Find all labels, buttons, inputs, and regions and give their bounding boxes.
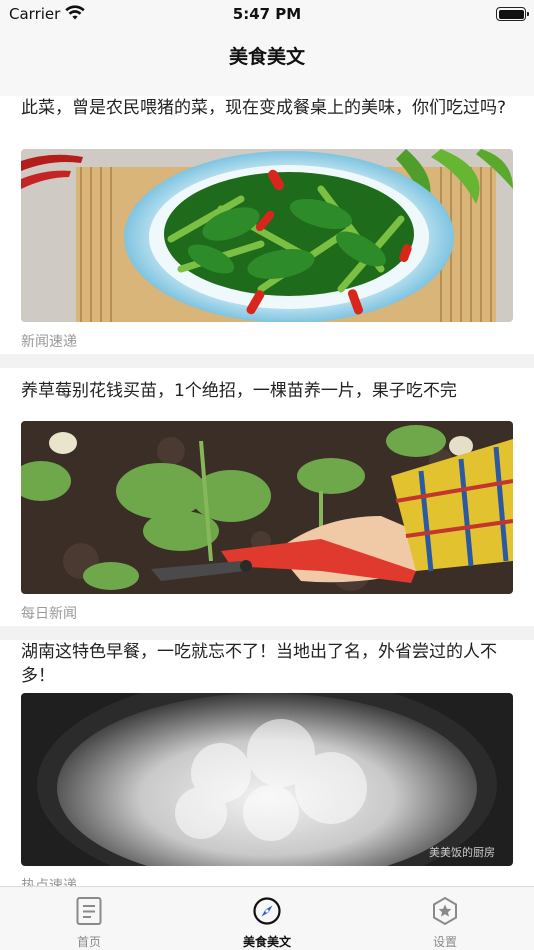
article-source: 热点速递 <box>21 878 77 886</box>
article-card[interactable]: 养草莓别花钱买苗，1个绝招，一棵苗养一片，果子吃不完 每日新闻 <box>0 368 534 626</box>
battery-icon <box>496 7 529 21</box>
article-source: 新闻速递 <box>21 334 77 350</box>
article-source: 每日新闻 <box>21 606 77 622</box>
article-card[interactable]: 湖南这特色早餐，一吃就忘不了！当地出了名，外省尝过的人不多！ 美美饭的厨房 热点… <box>0 640 534 886</box>
stir-fried-greens-photo <box>21 149 513 322</box>
article-feed[interactable]: 此菜，曾是农民喂猪的菜，现在变成餐桌上的美味，你们吃过吗? 新闻速递 养草莓别花… <box>0 96 534 886</box>
article-title: 此菜，曾是农民喂猪的菜，现在变成餐桌上的美味，你们吃过吗? <box>21 98 507 118</box>
tab-home[interactable]: 首页 <box>0 887 178 950</box>
tab-label: 设置 <box>432 935 457 949</box>
article-title: 养草莓别花钱买苗，1个绝招，一棵苗养一片，果子吃不完 <box>21 381 457 401</box>
article-image[interactable] <box>21 421 513 594</box>
clock: 5:47 PM <box>232 5 302 23</box>
page-title: 美食美文 <box>228 46 305 68</box>
status-bar: Carrier 5:47 PM <box>0 0 534 30</box>
strawberry-plant-photo <box>21 421 513 594</box>
navigation-bar: 美食美文 <box>0 30 534 96</box>
article-image[interactable] <box>21 149 513 322</box>
image-watermark: 美美饭的厨房 <box>429 846 495 859</box>
star-badge-icon <box>433 896 457 926</box>
tab-bar: 首页 美食美文 设置 <box>0 886 534 950</box>
article-image[interactable]: 美美饭的厨房 <box>21 693 513 866</box>
tab-label: 首页 <box>76 935 101 949</box>
tab-label: 美食美文 <box>242 935 291 949</box>
tab-settings[interactable]: 设置 <box>356 887 534 950</box>
article-title: 湖南这特色早餐，一吃就忘不了！当地出了名，外省尝过的人不多！ <box>21 642 497 686</box>
article-card[interactable]: 此菜，曾是农民喂猪的菜，现在变成餐桌上的美味，你们吃过吗? 新闻速递 <box>0 96 534 354</box>
steaming-rice-photo <box>21 693 513 866</box>
compass-icon <box>253 897 281 925</box>
document-icon <box>76 897 102 925</box>
tab-food-articles[interactable]: 美食美文 <box>178 887 356 950</box>
